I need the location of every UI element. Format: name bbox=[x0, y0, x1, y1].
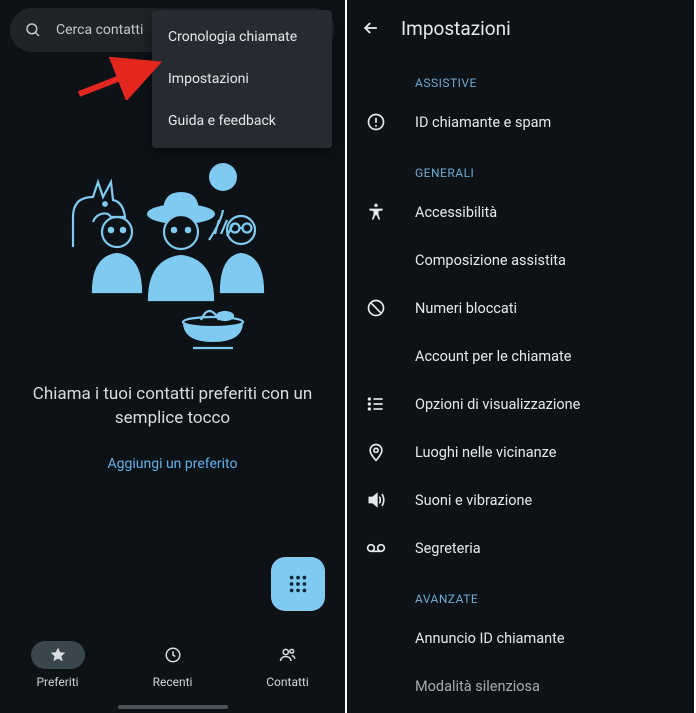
bottom-nav: Preferiti Recenti Contatti bbox=[0, 631, 345, 713]
search-placeholder: Cerca contatti bbox=[56, 22, 143, 38]
section-general: GENERALI bbox=[347, 146, 694, 188]
gesture-handle bbox=[118, 705, 228, 709]
phone-app-favorites-screen: Cerca contatti Cronologia chiamate Impos… bbox=[0, 0, 347, 713]
nav-favorites[interactable]: Preferiti bbox=[31, 641, 85, 689]
setting-announce-caller-id[interactable]: Annuncio ID chiamante bbox=[347, 614, 694, 662]
menu-item-call-history[interactable]: Cronologia chiamate bbox=[152, 16, 332, 58]
setting-accessibility[interactable]: Accessibilità bbox=[347, 188, 694, 236]
dialpad-fab[interactable] bbox=[271, 557, 325, 611]
back-icon[interactable] bbox=[361, 18, 381, 38]
search-icon bbox=[24, 21, 42, 39]
favorites-empty-title: Chiama i tuoi contatti preferiti con un … bbox=[20, 382, 325, 430]
overflow-menu: Cronologia chiamate Impostazioni Guida e… bbox=[152, 10, 332, 148]
nav-recents[interactable]: Recenti bbox=[146, 641, 200, 689]
setting-nearby-places[interactable]: Luoghi nelle vicinanze bbox=[347, 428, 694, 476]
favorites-illustration bbox=[63, 162, 283, 352]
block-icon bbox=[365, 297, 387, 319]
dialpad-icon bbox=[287, 573, 309, 595]
setting-silent-mode[interactable]: Modalità silenziosa bbox=[347, 662, 694, 710]
sound-icon bbox=[365, 489, 387, 511]
menu-item-settings[interactable]: Impostazioni bbox=[152, 58, 332, 100]
setting-voicemail[interactable]: Segreteria bbox=[347, 524, 694, 572]
star-icon bbox=[31, 641, 85, 669]
contacts-icon bbox=[261, 641, 315, 669]
accessibility-icon bbox=[365, 201, 387, 223]
location-icon bbox=[365, 441, 387, 463]
clock-icon bbox=[146, 641, 200, 669]
setting-sounds-vibration[interactable]: Suoni e vibrazione bbox=[347, 476, 694, 524]
section-assistive: ASSISTIVE bbox=[347, 56, 694, 98]
section-advanced: AVANZATE bbox=[347, 572, 694, 614]
info-icon bbox=[365, 111, 387, 133]
setting-display-options[interactable]: Opzioni di visualizzazione bbox=[347, 380, 694, 428]
menu-item-help-feedback[interactable]: Guida e feedback bbox=[152, 100, 332, 142]
setting-caller-id-spam[interactable]: ID chiamante e spam bbox=[347, 98, 694, 146]
settings-title: Impostazioni bbox=[401, 17, 511, 40]
voicemail-icon bbox=[365, 537, 387, 559]
setting-blocked-numbers[interactable]: Numeri bloccati bbox=[347, 284, 694, 332]
phone-settings-screen: Impostazioni ASSISTIVE ID chiamante e sp… bbox=[347, 0, 694, 713]
setting-assisted-dialing[interactable]: Composizione assistita bbox=[347, 236, 694, 284]
setting-call-accounts[interactable]: Account per le chiamate bbox=[347, 332, 694, 380]
settings-header: Impostazioni bbox=[347, 0, 694, 56]
add-favorite-button[interactable]: Aggiungi un preferito bbox=[0, 456, 345, 472]
nav-contacts[interactable]: Contatti bbox=[261, 641, 315, 689]
list-icon bbox=[365, 393, 387, 415]
